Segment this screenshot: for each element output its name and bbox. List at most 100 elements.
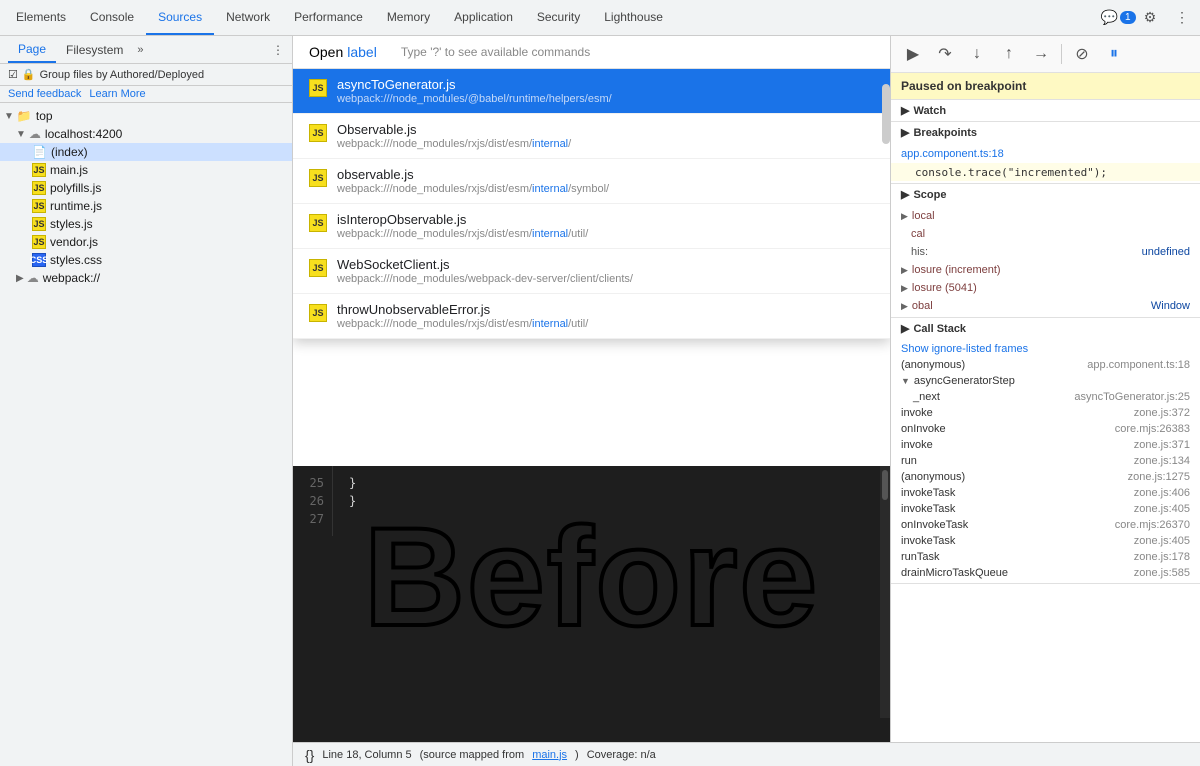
autocomplete-overlay: Open label Type '?' to see available com…: [293, 36, 890, 339]
ac-text: isInteropObservable.js webpack:///node_m…: [337, 212, 588, 240]
autocomplete-list: JS asyncToGenerator.js webpack:///node_m…: [293, 69, 890, 339]
code-scrollbar[interactable]: [880, 466, 890, 718]
step-over-button[interactable]: ↷: [931, 40, 959, 68]
autocomplete-item-4[interactable]: JS WebSocketClient.js webpack:///node_mo…: [293, 249, 890, 294]
chevron-right-icon: ▶: [901, 265, 908, 276]
tab-sources[interactable]: Sources: [146, 0, 214, 35]
ac-text: throwUnobservableError.js webpack:///nod…: [337, 302, 588, 330]
chevron-right-icon: ▶: [901, 283, 908, 294]
sidebar-tree: ▼ 📁 top ▼ ☁ localhost:4200 📄 (index) JS …: [0, 103, 292, 766]
chevron-down-icon: ▼: [16, 129, 26, 140]
breakpoint-item[interactable]: app.component.ts:18: [891, 145, 1200, 163]
tab-application[interactable]: Application: [442, 0, 525, 35]
source-file-link[interactable]: main.js: [532, 749, 567, 761]
tree-item-vendorjs[interactable]: JS vendor.js: [0, 233, 292, 251]
scope-global[interactable]: ▶ obal Window: [891, 297, 1200, 315]
breakpoint-code-row[interactable]: console.trace("incremented");: [891, 163, 1200, 181]
tree-item-webpack[interactable]: ▶ ☁ webpack://: [0, 269, 292, 287]
cs-item-next[interactable]: _next asyncToGenerator.js:25: [891, 389, 1200, 405]
tree-item-stylescss[interactable]: CSS styles.css: [0, 251, 292, 269]
autocomplete-hint: Type '?' to see available commands: [401, 45, 590, 59]
chevron-right-icon: ▶: [901, 322, 909, 335]
cs-item-run[interactable]: run zone.js:134: [891, 453, 1200, 469]
tree-item-polyfillsjs[interactable]: JS polyfills.js: [0, 179, 292, 197]
debugger-panel: ▶ ↷ ↓ ↑ → ⊘ ⏸ Paused on breakpoint: [890, 36, 1200, 742]
cs-item-invoke2[interactable]: invoke zone.js:371: [891, 437, 1200, 453]
feedback-bar: Send feedback Learn More: [0, 86, 292, 103]
tree-item-runtimejs[interactable]: JS runtime.js: [0, 197, 292, 215]
subtab-filesystem[interactable]: Filesystem: [56, 36, 133, 63]
breakpoints-section: ▶ Breakpoints app.component.ts:18 consol…: [891, 122, 1200, 184]
show-ignore-listed[interactable]: Show ignore-listed frames: [891, 341, 1200, 357]
cs-item-drainmicrotask[interactable]: drainMicroTaskQueue zone.js:585: [891, 565, 1200, 581]
folder-icon: 📁: [17, 109, 32, 123]
autocomplete-input-value[interactable]: label: [347, 44, 377, 60]
cs-item-invoketask1[interactable]: invokeTask zone.js:406: [891, 485, 1200, 501]
tab-network[interactable]: Network: [214, 0, 282, 35]
autocomplete-item-3[interactable]: JS isInteropObservable.js webpack:///nod…: [293, 204, 890, 249]
cs-item-invoke1[interactable]: invoke zone.js:372: [891, 405, 1200, 421]
cs-item-runtask[interactable]: runTask zone.js:178: [891, 549, 1200, 565]
cs-item-asyncgeneratorstep[interactable]: ▼ asyncGeneratorStep: [891, 373, 1200, 389]
step-out-button[interactable]: ↑: [995, 40, 1023, 68]
js-file-icon: JS: [32, 181, 46, 195]
cs-item-invoketask3[interactable]: invokeTask zone.js:405: [891, 533, 1200, 549]
autocomplete-item-1[interactable]: JS Observable.js webpack:///node_modules…: [293, 114, 890, 159]
tab-elements[interactable]: Elements: [4, 0, 78, 35]
group-toolbar: ☑ 🔒 Group files by Authored/Deployed: [0, 64, 292, 86]
watch-section-title[interactable]: ▶ Watch: [891, 100, 1200, 121]
tree-item-mainjs[interactable]: JS main.js: [0, 161, 292, 179]
scope-cal[interactable]: cal: [891, 225, 1200, 243]
call-stack-content: Show ignore-listed frames (anonymous) ap…: [891, 339, 1200, 583]
subtab-page[interactable]: Page: [8, 36, 56, 63]
autocomplete-item-0[interactable]: JS asyncToGenerator.js webpack:///node_m…: [293, 69, 890, 114]
tree-item-index[interactable]: 📄 (index): [0, 143, 292, 161]
js-file-icon: JS: [309, 214, 327, 232]
scrollbar-thumb[interactable]: [882, 84, 890, 144]
deactivate-breakpoints-button[interactable]: ⊘: [1068, 40, 1096, 68]
autocomplete-item-5[interactable]: JS throwUnobservableError.js webpack:///…: [293, 294, 890, 339]
pause-on-exception-button[interactable]: ⏸: [1100, 40, 1128, 68]
more-options-icon-button[interactable]: ⋮: [1168, 4, 1196, 32]
scrollbar-thumb[interactable]: [882, 470, 888, 500]
tab-performance[interactable]: Performance: [282, 0, 375, 35]
autocomplete-item-2[interactable]: JS observable.js webpack:///node_modules…: [293, 159, 890, 204]
call-stack-section-title[interactable]: ▶ Call Stack: [891, 318, 1200, 339]
cloud-icon: ☁: [29, 127, 41, 141]
chevron-right-icon: ▶: [901, 211, 908, 222]
resume-button[interactable]: ▶: [899, 40, 927, 68]
step-into-button[interactable]: ↓: [963, 40, 991, 68]
breakpoints-section-title[interactable]: ▶ Breakpoints: [891, 122, 1200, 143]
scope-his[interactable]: his: undefined: [891, 243, 1200, 261]
cs-item-oninvoketask[interactable]: onInvokeTask core.mjs:26370: [891, 517, 1200, 533]
cs-item-oninvoke[interactable]: onInvoke core.mjs:26383: [891, 421, 1200, 437]
settings-icon-button[interactable]: ⚙: [1136, 4, 1164, 32]
scope-closure-increment[interactable]: ▶ losure (increment): [891, 261, 1200, 279]
tab-security[interactable]: Security: [525, 0, 592, 35]
scope-closure-5041[interactable]: ▶ losure (5041): [891, 279, 1200, 297]
step-button[interactable]: →: [1027, 40, 1055, 68]
tab-lighthouse[interactable]: Lighthouse: [592, 0, 675, 35]
chevron-right-icon: ▶: [901, 301, 908, 312]
tree-item-top[interactable]: ▼ 📁 top: [0, 107, 292, 125]
cs-item-invoketask2[interactable]: invokeTask zone.js:405: [891, 501, 1200, 517]
tab-memory[interactable]: Memory: [375, 0, 442, 35]
debugger-scroll-area[interactable]: ▶ Watch ▶ Breakpoints app.component.ts:1…: [891, 100, 1200, 742]
tree-item-localhost[interactable]: ▼ ☁ localhost:4200: [0, 125, 292, 143]
format-button[interactable]: {}: [305, 747, 314, 763]
ac-text: observable.js webpack:///node_modules/rx…: [337, 167, 609, 195]
subtab-more-icon[interactable]: »: [137, 44, 143, 56]
tab-console[interactable]: Console: [78, 0, 146, 35]
tree-item-stylesjs[interactable]: JS styles.js: [0, 215, 292, 233]
cloud-icon: ☁: [27, 271, 39, 285]
code-editor[interactable]: 25 26 27 } }: [293, 466, 890, 742]
chat-icon-button[interactable]: 💬1: [1104, 4, 1132, 32]
chevron-right-icon: ▶: [901, 188, 909, 201]
ac-text: WebSocketClient.js webpack:///node_modul…: [337, 257, 633, 285]
chevron-down-icon: ▼: [4, 111, 14, 122]
cs-item-anonymous[interactable]: (anonymous) app.component.ts:18: [891, 357, 1200, 373]
subtab-overflow-icon[interactable]: ⋮: [272, 43, 284, 57]
scope-section-title[interactable]: ▶ Scope: [891, 184, 1200, 205]
scope-local[interactable]: ▶ local: [891, 207, 1200, 225]
cs-item-anonymous2[interactable]: (anonymous) zone.js:1275: [891, 469, 1200, 485]
